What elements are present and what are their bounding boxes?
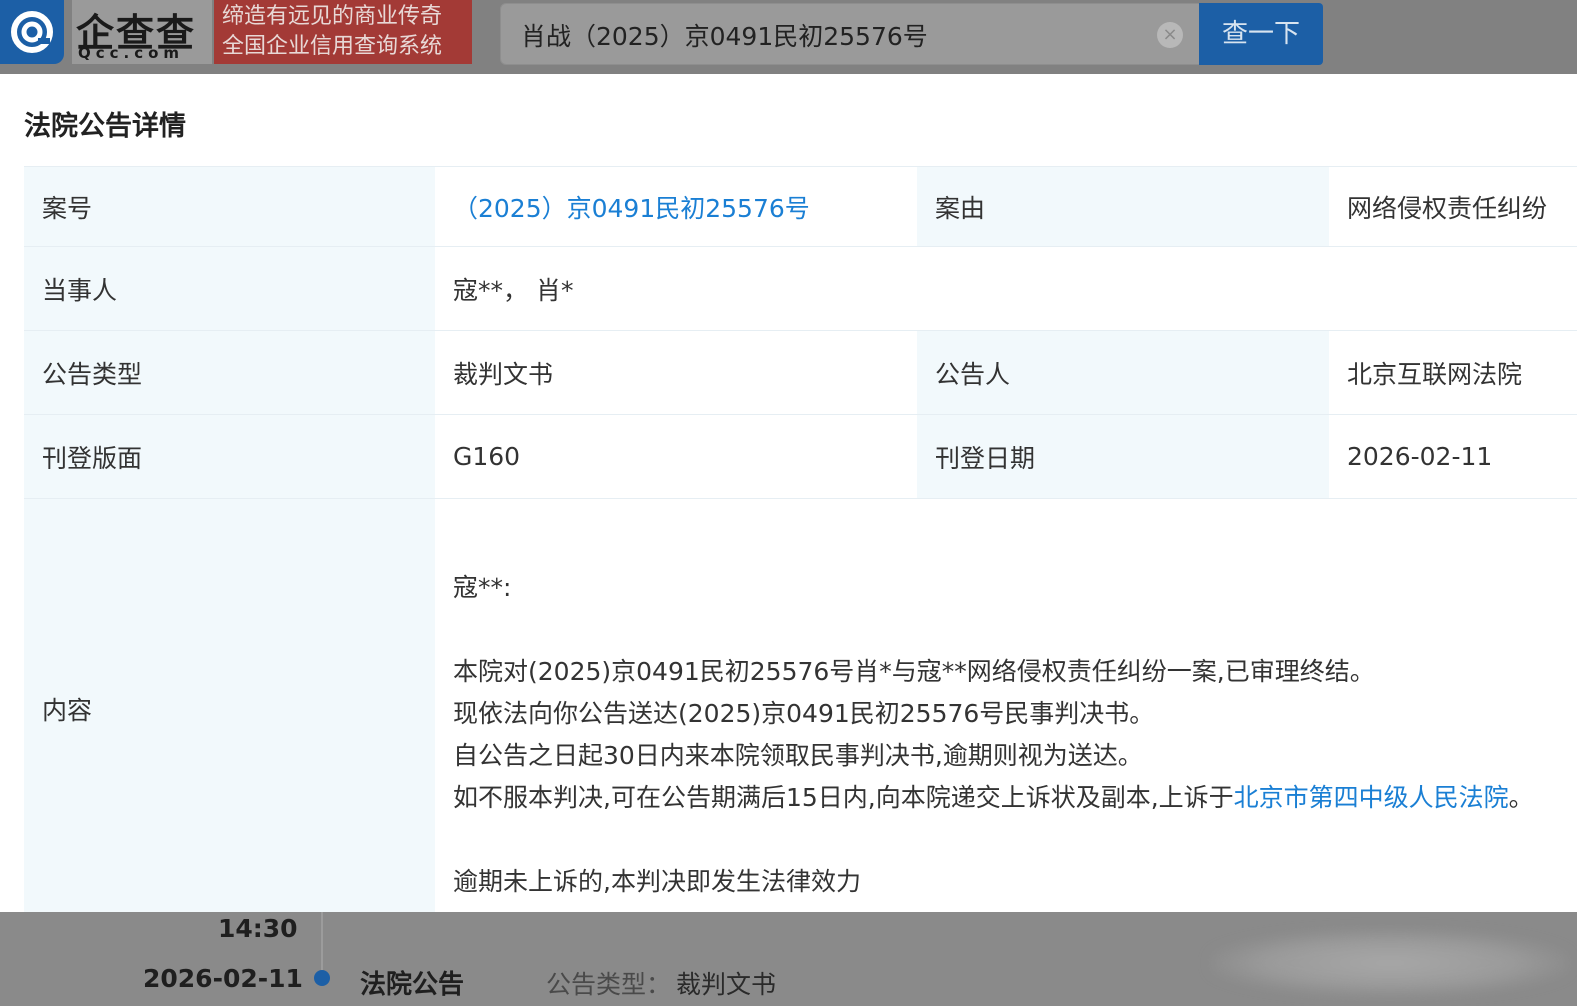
table-row: 案号 （2025）京0491民初25576号 案由 网络侵权责任纠纷 (24, 167, 1577, 247)
timeline-item-title[interactable]: 法院公告 (360, 964, 464, 1001)
content-line-4-suffix: 。 (1508, 783, 1534, 812)
timeline-dot-icon (314, 970, 330, 986)
timeline-type-label: 公告类型： (546, 970, 672, 999)
search-button[interactable]: 查一下 (1199, 3, 1323, 65)
content-label: 内容 (24, 499, 435, 912)
parties-label: 当事人 (24, 247, 435, 330)
case-cause-label: 案由 (917, 167, 1329, 246)
notice-content-text: 寇**: 本院对(2025)京0491民初25576号肖*与寇**网络侵权责任纠… (453, 499, 1534, 903)
court-notice-detail-panel: 法院公告详情 案号 （2025）京0491民初25576号 案由 网络侵权责任纠… (0, 74, 1577, 912)
slogan-line-1: 缔造有远见的商业传奇 (222, 4, 443, 29)
timeline-type-value: 裁判文书 (676, 970, 777, 999)
publish-date-label: 刊登日期 (917, 415, 1329, 498)
top-header: 企查查 Qcc.com 缔造有远见的商业传奇 全国企业信用查询系统 × 查一下 (0, 0, 1577, 74)
publish-page-label: 刊登版面 (24, 415, 435, 498)
parties-value: 寇**， 肖* (453, 275, 574, 305)
search-box: × (500, 3, 1200, 65)
notice-type-label: 公告类型 (24, 331, 435, 414)
search-input[interactable] (521, 16, 1141, 54)
notice-type-value: 裁判文书 (453, 359, 554, 389)
table-row: 刊登版面 G160 刊登日期 2026-02-11 (24, 415, 1577, 499)
logo-domain: Qcc.com (78, 44, 185, 62)
content-line-2: 现依法向你公告送达(2025)京0491民初25576号民事判决书。 (453, 699, 1155, 728)
timeline-date: 2026-02-11 (143, 964, 303, 993)
publish-date-value: 2026-02-11 (1347, 442, 1493, 471)
announcer-value: 北京互联网法院 (1347, 359, 1523, 389)
appeal-court-link[interactable]: 北京市第四中级人民法院 (1234, 783, 1509, 812)
case-number-label: 案号 (24, 167, 435, 246)
content-line-3: 自公告之日起30日内来本院领取民事判决书,逾期则视为送达。 (453, 741, 1143, 770)
publish-page-value: G160 (453, 442, 521, 471)
logo-icon[interactable] (0, 0, 64, 64)
content-line-4-prefix: 如不服本判决,可在公告期满后15日内,向本院递交上诉状及副本,上诉于 (453, 783, 1234, 812)
watermark-blur (1210, 930, 1570, 996)
timeline-line (321, 912, 323, 972)
logo-wordmark[interactable]: 企查查 Qcc.com (72, 0, 212, 64)
detail-table: 案号 （2025）京0491民初25576号 案由 网络侵权责任纠纷 当事人 寇… (24, 166, 1577, 912)
table-row: 当事人 寇**， 肖* (24, 247, 1577, 331)
content-line-4: 如不服本判决,可在公告期满后15日内,向本院递交上诉状及副本,上诉于北京市第四中… (453, 777, 1534, 819)
content-line-5: 逾期未上诉的,本判决即发生法律效力 (453, 867, 861, 896)
content-value: 寇**: 本院对(2025)京0491民初25576号肖*与寇**网络侵权责任纠… (435, 499, 1577, 912)
content-greeting: 寇**: (453, 573, 512, 602)
slogan-banner: 缔造有远见的商业传奇 全国企业信用查询系统 (214, 0, 472, 64)
table-row: 公告类型 裁判文书 公告人 北京互联网法院 (24, 331, 1577, 415)
announcer-label: 公告人 (917, 331, 1329, 414)
case-cause-value: 网络侵权责任纠纷 (1347, 193, 1548, 223)
case-number-link[interactable]: （2025）京0491民初25576号 (435, 167, 917, 246)
content-line-1: 本院对(2025)京0491民初25576号肖*与寇**网络侵权责任纠纷一案,已… (453, 657, 1375, 686)
timeline-time: 14:30 (218, 914, 298, 943)
panel-title: 法院公告详情 (24, 111, 186, 142)
table-row: 内容 寇**: 本院对(2025)京0491民初25576号肖*与寇**网络侵权… (24, 499, 1577, 912)
slogan-line-2: 全国企业信用查询系统 (222, 34, 443, 59)
clear-icon[interactable]: × (1157, 22, 1183, 48)
